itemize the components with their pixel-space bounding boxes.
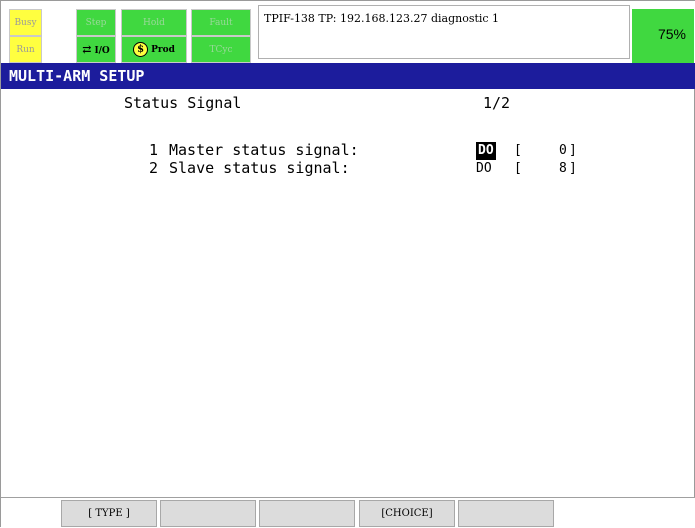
content-area: Status Signal 1/2 1 Master status signal… [1, 89, 695, 497]
signal-index: 1 [149, 141, 159, 159]
signal-label: Master status signal: [169, 141, 359, 159]
section-title: Status Signal [124, 94, 242, 112]
tp-message: TPIF-138 TP: 192.168.123.27 diagnostic 1 [258, 5, 630, 59]
f3-button[interactable] [259, 500, 355, 527]
f1-type-button[interactable]: [ TYPE ] [61, 500, 157, 527]
override-percent: 75% [632, 9, 694, 63]
run-lamp: Run [9, 36, 42, 63]
signal-number-field[interactable]: 0 [559, 142, 567, 160]
io-lamp: ⇄ I/O [76, 36, 116, 63]
f4-choice-button[interactable]: [CHOICE] [359, 500, 455, 527]
bracket-close: ] [569, 161, 577, 176]
dollar-icon: $ [133, 42, 149, 57]
function-key-bar: [ TYPE ] [CHOICE] [1, 497, 695, 528]
screen-title: MULTI-ARM SETUP [1, 63, 695, 89]
page-indicator: 1/2 [483, 94, 511, 112]
signal-type-field[interactable]: DO [476, 142, 496, 160]
signal-type-field[interactable]: DO [476, 160, 492, 178]
bracket-open: [ [514, 143, 522, 158]
busy-lamp: Busy [9, 9, 42, 36]
bracket-close: ] [569, 143, 577, 158]
status-bar: Busy Step Hold Fault Run ⇄ I/O $ Prod TCyc… [1, 1, 695, 63]
signal-number-field[interactable]: 8 [559, 160, 567, 178]
signal-index: 2 [149, 159, 159, 177]
f2-button[interactable] [160, 500, 256, 527]
step-lamp: Step [76, 9, 116, 36]
io-icon: ⇄ [82, 43, 92, 56]
bracket-open: [ [514, 161, 522, 176]
f5-button[interactable] [458, 500, 554, 527]
tcyc-lamp: TCyc [191, 36, 251, 63]
prod-lamp: $ Prod [121, 36, 187, 63]
fault-lamp: Fault [191, 9, 251, 36]
signal-label: Slave status signal: [169, 159, 350, 177]
hold-lamp: Hold [121, 9, 187, 36]
pendant-screen: Busy Step Hold Fault Run ⇄ I/O $ Prod TCyc… [0, 0, 695, 528]
